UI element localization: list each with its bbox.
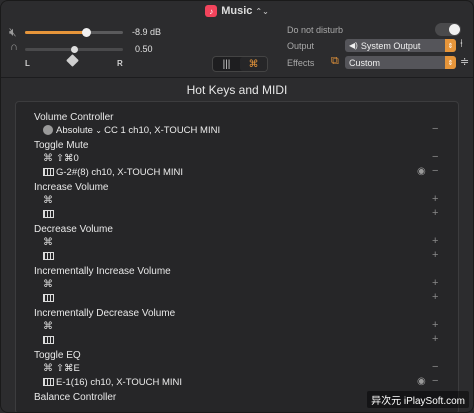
effects-chain-icon[interactable]: ⧉ [331,55,339,68]
volume-level-label: -8.9 dB [132,27,162,37]
midi-controller-binding[interactable]: Absolute ⌄ CC 1 ch10, X-TOUCH MINI [56,125,220,136]
app-window: ♪ Music ⌃⌄ 🔇︎ -8.9 dB ∩ 0.50 L R ||| ⌘ D… [0,0,474,413]
volume-fill [25,31,86,34]
balance-center-icon[interactable] [66,54,79,67]
watermark: 异次元 iPlaySoft.com [367,391,469,408]
remove-button[interactable]: − [432,375,438,387]
output-select[interactable]: ◀) System Output ⇕ [345,39,456,52]
midi-keyboard-icon[interactable] [43,251,54,262]
add-button[interactable]: + [432,235,438,247]
chevron-updown-icon: ⇕ [445,39,456,52]
pin-icon[interactable]: ⍿ [460,38,463,51]
command-key-icon[interactable]: ⌘ [43,153,53,164]
shortcut-binding[interactable]: ⇧⌘0 [56,153,79,164]
add-button[interactable]: + [432,249,438,261]
title-bar[interactable]: ♪ Music ⌃⌄ [1,1,473,21]
divider [1,77,473,78]
add-button[interactable]: + [432,277,438,289]
mode-segmented-control: ||| ⌘ [212,56,268,72]
add-button[interactable]: + [432,291,438,303]
hotkey-list[interactable]: Volume Controller Absolute ⌄ CC 1 ch10, X… [15,101,459,412]
effects-label: Effects [287,58,315,68]
hotkey-item-title: Incrementally Decrease Volume [34,308,176,319]
dnd-toggle[interactable] [435,23,461,36]
balance-right-label: R [117,59,123,68]
command-key-icon[interactable]: ⌘ [240,57,267,71]
balance-value-label: 0.50 [135,44,153,54]
dnd-toggle-knob [449,24,460,35]
add-button[interactable]: + [432,207,438,219]
remove-button[interactable]: − [432,123,438,135]
add-button[interactable]: + [432,333,438,345]
command-key-icon[interactable]: ⌘ [43,363,53,374]
balance-left-label: L [25,59,30,68]
volume-slider[interactable] [25,28,123,37]
midi-keyboard-icon[interactable] [43,335,54,346]
midi-keyboard-icon[interactable] [43,209,54,220]
hotkey-item-title: Balance Controller [34,392,117,403]
remove-button[interactable]: − [432,361,438,373]
remove-button[interactable]: − [432,151,438,163]
command-key-icon[interactable]: ⌘ [43,279,53,290]
effects-value: Custom [349,57,381,68]
command-key-icon[interactable]: ⌘ [43,195,53,206]
midi-keyboard-icon[interactable] [43,377,54,388]
command-key-icon[interactable]: ⌘ [43,237,53,248]
mixer-sliders-icon[interactable]: ||| [213,57,240,71]
hotkey-item-title: Increase Volume [34,182,109,193]
effects-select[interactable]: Custom ⇕ [345,56,456,69]
chevron-updown-icon: ⇕ [445,56,456,69]
command-key-icon[interactable]: ⌘ [43,321,53,332]
balance-knob[interactable] [71,46,78,53]
add-button[interactable]: + [432,319,438,331]
dnd-label: Do not disturb [287,25,344,35]
headphone-icon: ∩ [10,41,18,53]
chevron-down-icon: ⌄ [92,126,105,135]
speaker-mute-icon[interactable]: 🔇︎ [9,25,17,40]
music-note-icon: ♪ [205,5,218,17]
sliders-icon[interactable]: ≑ [460,55,469,68]
volume-knob[interactable] [81,28,91,37]
output-label: Output [287,41,315,51]
eye-icon[interactable]: ◉ [417,166,426,177]
mode-select[interactable]: Absolute [56,125,93,136]
midi-binding[interactable]: G-2#(8) ch10, X-TOUCH MINI [56,167,183,178]
hotkey-item-title: Toggle Mute [34,140,89,151]
midi-keyboard-icon[interactable] [43,293,54,304]
binding-text: CC 1 ch10, X-TOUCH MINI [104,125,221,136]
output-value: System Output [360,40,421,51]
eye-icon[interactable]: ◉ [417,376,426,387]
app-name: Music [221,5,253,17]
hotkey-item-title: Volume Controller [34,112,114,123]
add-button[interactable]: + [432,193,438,205]
shortcut-binding[interactable]: ⇧⌘E [56,363,80,374]
balance-slider[interactable] [25,46,123,53]
chevron-updown-icon: ⌃⌄ [255,6,269,16]
hotkey-item-title: Incrementally Increase Volume [34,266,171,277]
hotkey-item-title: Toggle EQ [34,350,81,361]
speaker-icon: ◀) [349,41,358,50]
hotkey-item-title: Decrease Volume [34,224,113,235]
remove-button[interactable]: − [432,165,438,177]
section-title: Hot Keys and MIDI [186,83,288,97]
midi-binding[interactable]: E-1(16) ch10, X-TOUCH MINI [56,377,182,388]
midi-keyboard-icon[interactable] [43,167,54,178]
dial-icon[interactable] [43,125,53,136]
